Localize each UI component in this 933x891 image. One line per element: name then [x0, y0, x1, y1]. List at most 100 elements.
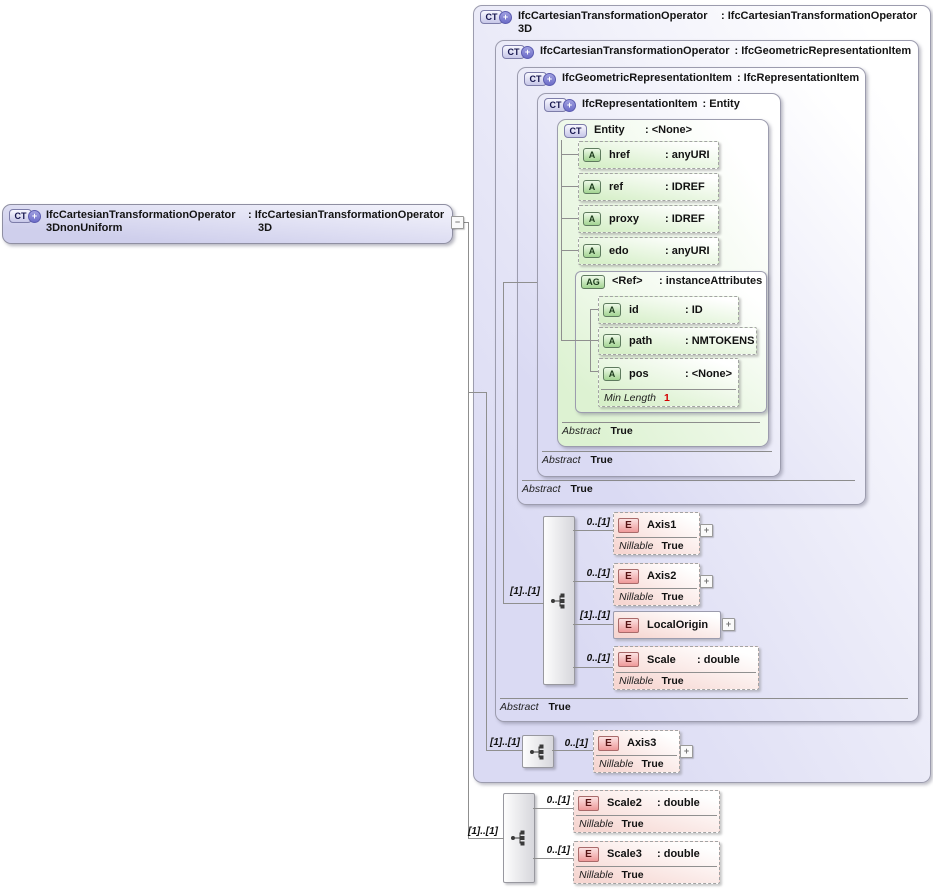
- type-box-header: CT + IfcRepresentationItem : Entity: [538, 94, 780, 116]
- sequence-bar-op3d[interactable]: [522, 735, 554, 768]
- derived-plus-icon: +: [499, 11, 512, 24]
- attribute-row: A proxy : IDREF: [579, 206, 718, 232]
- connector-line: [573, 581, 613, 582]
- cardinality-label: 0..[1]: [583, 517, 610, 528]
- connector-line: [561, 140, 562, 340]
- nillable-facet: Nillable True: [616, 672, 756, 689]
- connector-line: [561, 340, 590, 341]
- attribute-icon: A: [603, 334, 621, 348]
- connector-line: [573, 624, 613, 625]
- group-type: : instanceAttributes: [659, 275, 762, 288]
- connector-line: [503, 282, 504, 603]
- cardinality-label: [1]..[1]: [486, 737, 520, 748]
- derived-plus-icon: +: [563, 99, 576, 112]
- derived-plus-icon: +: [28, 210, 41, 223]
- attribute-row: A id : ID: [599, 297, 738, 323]
- attribute-card-path[interactable]: A path : NMTOKENS: [598, 327, 757, 355]
- nillable-facet: Nillable True: [576, 815, 717, 832]
- attribute-icon: A: [583, 244, 601, 258]
- complextype-icon: CT +: [524, 72, 556, 86]
- element-box-ifccartesiantransformationoperator3dnonuniform[interactable]: CT + IfcCartesianTransformationOperator …: [2, 204, 453, 244]
- expand-handle-axis1[interactable]: +: [700, 524, 713, 537]
- attribute-card-proxy[interactable]: A proxy : IDREF: [578, 205, 719, 233]
- attribute-group-icon: AG: [581, 275, 605, 289]
- base-type-name: : IfcRepresentationItem: [737, 72, 859, 85]
- attribute-card-ref[interactable]: A ref : IDREF: [578, 173, 719, 201]
- attribute-row: A href : anyURI: [579, 142, 718, 168]
- attribute-row: A ref : IDREF: [579, 174, 718, 200]
- element-row: E Axis2: [614, 564, 699, 588]
- attribute-card-pos[interactable]: A pos : <None> Min Length 1: [598, 358, 739, 407]
- connector-line: [590, 371, 598, 372]
- group-name: <Ref>: [612, 275, 652, 288]
- xsd-diagram-canvas: CT + IfcCartesianTransformationOperator …: [0, 0, 933, 891]
- collapse-handle[interactable]: −: [451, 216, 464, 229]
- element-row: E Scale : double: [614, 647, 758, 672]
- plus-icon: +: [726, 620, 731, 629]
- expand-handle-axis3[interactable]: +: [680, 745, 693, 758]
- element-card-scale3[interactable]: E Scale3 : double Nillable True: [573, 841, 720, 884]
- attribute-icon: A: [583, 212, 601, 226]
- base-type-name: : IfcCartesianTransformationOperator: [721, 10, 917, 23]
- sequence-bar-nonuniform[interactable]: [503, 793, 535, 883]
- element-box-header: CT + IfcCartesianTransformationOperator …: [3, 205, 452, 239]
- collapse-icon: −: [455, 218, 460, 227]
- type-title: IfcCartesianTransformationOperator : Ifc…: [540, 45, 911, 58]
- element-card-scale2[interactable]: E Scale2 : double Nillable True: [573, 790, 720, 833]
- connector-line: [503, 282, 537, 283]
- element-row: E LocalOrigin: [614, 612, 720, 638]
- complextype-icon: CT +: [9, 209, 41, 223]
- abstract-facet: Abstract True: [500, 698, 908, 713]
- element-icon: E: [618, 569, 639, 584]
- base-type-name: : IfcGeometricRepresentationItem: [735, 45, 912, 58]
- abstract-facet: Abstract True: [542, 451, 772, 466]
- abstract-facet: Abstract True: [522, 480, 855, 495]
- element-row: E Axis3: [594, 731, 679, 755]
- element-icon: E: [578, 796, 599, 811]
- nillable-facet: Nillable True: [576, 866, 717, 883]
- connector-line: [561, 250, 578, 251]
- complextype-icon: CT +: [502, 45, 534, 59]
- element-row: E Scale3 : double: [574, 842, 719, 866]
- element-card-axis2[interactable]: E Axis2 Nillable True: [613, 563, 700, 606]
- connector-line: [561, 218, 578, 219]
- attribute-card-edo[interactable]: A edo : anyURI: [578, 237, 719, 265]
- element-card-scale[interactable]: E Scale : double Nillable True: [613, 646, 759, 690]
- minlength-facet: Min Length 1: [601, 389, 736, 406]
- cardinality-label: [1]..[1]: [464, 826, 498, 837]
- type-box-header: CT Entity : <None>: [558, 120, 768, 142]
- connector-line: [590, 309, 598, 310]
- connector-line: [533, 808, 573, 809]
- connector-line: [468, 838, 504, 839]
- type-box-header: CT + IfcCartesianTransformationOperator …: [474, 6, 930, 40]
- nillable-facet: Nillable True: [596, 755, 677, 772]
- sequence-icon: [529, 743, 547, 761]
- complextype-icon: CT: [564, 124, 587, 138]
- connector-line: [503, 603, 544, 604]
- attribute-row: A pos : <None>: [599, 359, 738, 389]
- element-card-axis3[interactable]: E Axis3 Nillable True: [593, 730, 680, 773]
- plus-icon: +: [684, 747, 689, 756]
- type-title: IfcRepresentationItem : Entity: [582, 98, 740, 111]
- element-card-axis1[interactable]: E Axis1 Nillable True: [613, 512, 700, 555]
- attribute-card-id[interactable]: A id : ID: [598, 296, 739, 324]
- attribute-row: A path : NMTOKENS: [599, 328, 756, 354]
- sequence-bar-op[interactable]: [543, 516, 575, 685]
- cardinality-label: 0..[1]: [560, 738, 588, 749]
- sequence-icon: [550, 592, 568, 610]
- plus-icon: +: [704, 577, 709, 586]
- abstract-facet: Abstract True: [562, 422, 760, 437]
- expand-handle-axis2[interactable]: +: [700, 575, 713, 588]
- nillable-facet: Nillable True: [616, 588, 697, 605]
- element-icon: E: [578, 847, 599, 862]
- connector-line: [486, 392, 487, 750]
- element-row: E Scale2 : double: [574, 791, 719, 815]
- attribute-card-href[interactable]: A href : anyURI: [578, 141, 719, 169]
- expand-handle-localorigin[interactable]: +: [722, 618, 735, 631]
- connector-line: [552, 750, 593, 751]
- attribute-row: A edo : anyURI: [579, 238, 718, 264]
- base-type-name: : <None>: [645, 124, 692, 137]
- base-type-name: : Entity: [703, 98, 740, 111]
- element-icon: E: [618, 518, 639, 533]
- element-card-localorigin[interactable]: E LocalOrigin: [613, 611, 721, 639]
